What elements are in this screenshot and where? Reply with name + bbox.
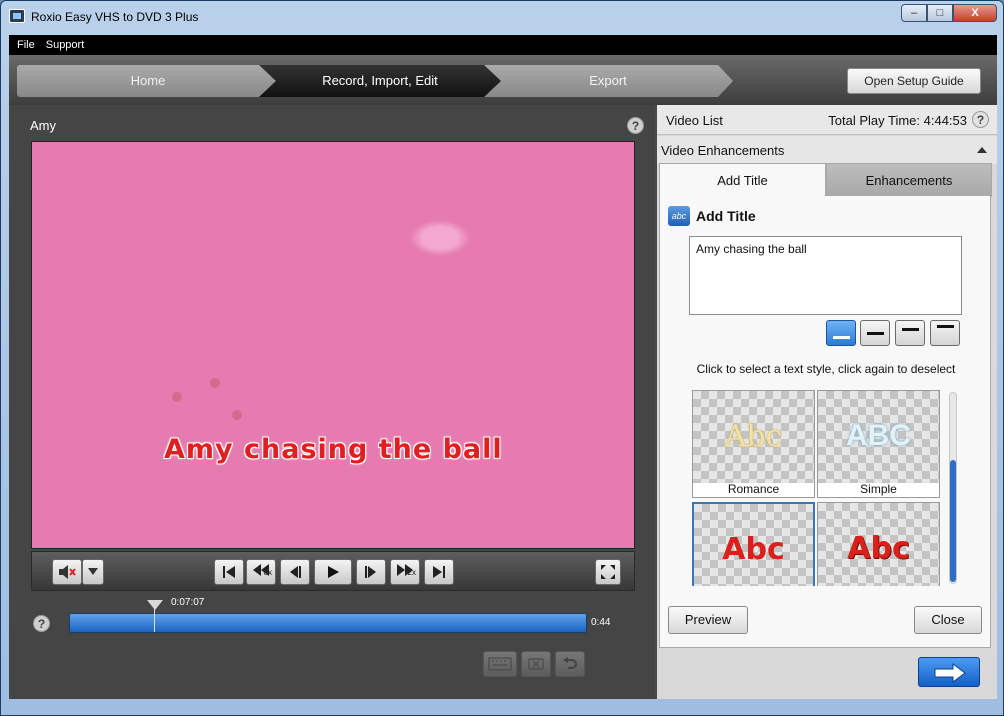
style-name: Simple [860, 482, 897, 496]
undo-button [555, 651, 585, 677]
maximize-button[interactable]: □ [927, 4, 953, 22]
app-icon [9, 9, 25, 23]
play-button[interactable] [314, 559, 352, 585]
menu-bar: File Support [9, 35, 997, 55]
close-panel-button[interactable]: Close [914, 606, 982, 634]
rewind-speed: 8x [263, 568, 272, 577]
timeline-scrubber[interactable] [69, 600, 587, 633]
style-sample: Abc [722, 532, 785, 567]
fullscreen-button[interactable] [595, 559, 621, 585]
video-frame[interactable]: Amy chasing the ball [31, 141, 635, 549]
style-hint-text: Click to select a text style, click agai… [696, 362, 956, 376]
ball-spot [172, 392, 182, 402]
app-window: Roxio Easy VHS to DVD 3 Plus – □ X File … [0, 0, 1004, 716]
add-title-heading: Add Title [696, 208, 756, 224]
open-setup-guide-button[interactable]: Open Setup Guide [847, 68, 981, 94]
help-icon[interactable]: ? [627, 117, 644, 134]
volume-dropdown-button[interactable] [82, 559, 104, 585]
scrollbar-thumb[interactable] [950, 460, 956, 582]
play-icon [328, 566, 339, 578]
step-back-icon [290, 566, 301, 578]
skip-start-icon [223, 566, 235, 578]
title-position-upper-button[interactable] [895, 320, 925, 346]
ball-spot [210, 378, 220, 388]
arrow-right-icon [934, 663, 966, 683]
workflow-nav: Home Export Record, Import, Edit Open Se… [9, 55, 997, 105]
playback-controls: 8x 2x [31, 551, 635, 591]
style-tile-red-bold[interactable]: Abc [692, 502, 815, 586]
collapse-arrow-icon[interactable] [977, 147, 987, 153]
step-record-import-edit[interactable]: Record, Import, Edit [259, 65, 501, 97]
enhancement-tabs: Add Title Enhancements [659, 163, 992, 197]
menu-support[interactable]: Support [46, 39, 85, 51]
window-title: Roxio Easy VHS to DVD 3 Plus [31, 10, 199, 24]
style-sample: Abc [724, 419, 783, 454]
previous-frame-button[interactable] [280, 559, 310, 585]
title-position-lower-button[interactable] [860, 320, 890, 346]
timeline-help-icon[interactable]: ? [33, 615, 50, 632]
title-text-input[interactable]: Amy chasing the ball [689, 236, 962, 315]
tab-add-title[interactable]: Add Title [659, 163, 826, 197]
style-tile-romance[interactable]: Abc Romance [692, 390, 815, 498]
delete-icon [528, 658, 544, 670]
menu-file[interactable]: File [17, 39, 35, 51]
total-play-time: Total Play Time: 4:44:53 [828, 113, 967, 128]
style-sample: ABC [846, 419, 911, 452]
style-tile-simple[interactable]: ABC Simple [817, 390, 940, 498]
playhead-handle[interactable] [147, 600, 163, 610]
add-title-icon: abc [668, 206, 690, 226]
window-controls: – □ X [901, 4, 997, 22]
rewind-button[interactable]: 8x [246, 559, 276, 585]
delete-segment-button [521, 651, 551, 677]
video-title-caption: Amy chasing the ball [164, 434, 503, 465]
fullscreen-icon [601, 565, 615, 579]
style-tile-red-outline[interactable]: Abc [817, 502, 940, 586]
video-list-title: Video List [666, 113, 723, 128]
style-sample: Abc [847, 531, 910, 566]
title-position-bottom-button[interactable] [826, 320, 856, 346]
title-bar[interactable]: Roxio Easy VHS to DVD 3 Plus – □ X [1, 1, 1003, 33]
step-forward-icon [365, 566, 376, 578]
video-list-help-icon[interactable]: ? [972, 111, 989, 128]
next-button[interactable] [918, 657, 980, 687]
skip-to-end-button[interactable] [424, 559, 454, 585]
tab-enhancements[interactable]: Enhancements [826, 163, 992, 197]
keyboard-icon [488, 657, 512, 671]
step-export[interactable]: Export [483, 65, 733, 97]
close-window-button[interactable]: X [953, 4, 997, 22]
end-time: 0:44 [591, 617, 611, 628]
video-enhancements-title: Video Enhancements [661, 143, 785, 158]
minimize-button[interactable]: – [901, 4, 927, 22]
undo-icon [563, 657, 577, 669]
forward-speed: 2x [407, 568, 416, 577]
keyboard-button [483, 651, 517, 677]
current-time: 0:07:07 [171, 597, 205, 608]
clip-name: Amy [30, 118, 56, 133]
text-style-gallery: Abc Romance ABC Simple Abc Abc [692, 390, 944, 586]
main-content: Home Export Record, Import, Edit Open Se… [9, 55, 997, 699]
preview-button[interactable]: Preview [668, 606, 748, 634]
style-name: Romance [727, 482, 780, 496]
mute-button[interactable] [52, 559, 82, 585]
video-list-header[interactable]: Video List Total Play Time: 4:44:53 ? [657, 105, 997, 135]
ball-spot [232, 410, 242, 420]
add-title-panel: abc Add Title Amy chasing the ball Click… [659, 196, 991, 648]
skip-to-start-button[interactable] [214, 559, 244, 585]
speaker-muted-icon [59, 565, 76, 579]
video-preview-pane: Amy ? Amy chasing the ball 8x 2x ? 0:07:… [9, 105, 655, 699]
fast-forward-button[interactable]: 2x [390, 559, 420, 585]
step-home[interactable]: Home [17, 65, 279, 97]
next-frame-button[interactable] [356, 559, 386, 585]
video-enhancements-header[interactable]: Video Enhancements [657, 136, 997, 164]
side-panel: Video List Total Play Time: 4:44:53 ? Vi… [657, 105, 997, 699]
title-position-top-button[interactable] [930, 320, 960, 346]
chevron-down-icon [88, 568, 98, 575]
skip-end-icon [433, 566, 445, 578]
